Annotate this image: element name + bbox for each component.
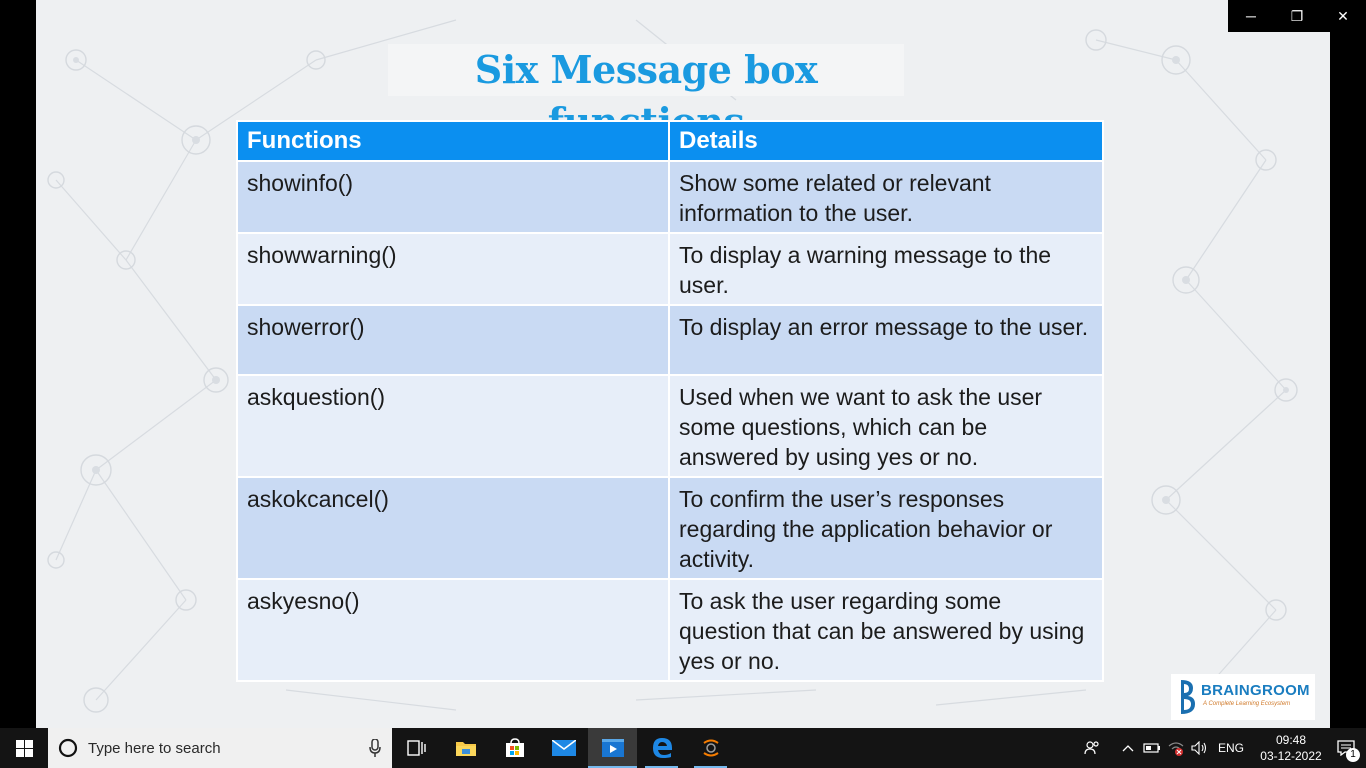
- function-name: showwarning(): [236, 232, 670, 306]
- task-view-icon: [406, 740, 426, 756]
- table-row: askyesno() To ask the user regarding som…: [236, 578, 1104, 682]
- function-name: askyesno(): [236, 578, 670, 682]
- functions-table: Functions Details showinfo() Show some r…: [236, 120, 1104, 682]
- start-button[interactable]: [0, 728, 48, 768]
- screen: Six Message box functions Functions Deta…: [0, 0, 1366, 768]
- braingroom-mark-icon: [1181, 680, 1195, 714]
- microphone-icon[interactable]: [358, 739, 392, 757]
- search-placeholder: Type here to search: [88, 739, 221, 757]
- table-row: showinfo() Show some related or relevant…: [236, 160, 1104, 234]
- video-player-button[interactable]: [588, 728, 637, 768]
- mail-button[interactable]: [539, 728, 588, 768]
- taskbar: Type here to search ENG 09:48 03-12-2022…: [0, 728, 1366, 768]
- function-details: To confirm the user’s responses regardin…: [668, 476, 1104, 580]
- function-details: To display an error message to the user.: [668, 304, 1104, 376]
- clock-time: 09:48: [1275, 733, 1307, 747]
- clock-date: 03-12-2022: [1260, 749, 1322, 763]
- presentation-slide: Six Message box functions Functions Deta…: [36, 0, 1330, 728]
- store-icon: [505, 738, 524, 757]
- window-controls: ─ ❐ ✕: [1228, 0, 1366, 32]
- battery-icon[interactable]: [1140, 728, 1164, 768]
- taskbar-search[interactable]: Type here to search: [48, 728, 392, 768]
- chevron-up-icon[interactable]: [1116, 728, 1140, 768]
- header-functions: Functions: [236, 120, 670, 162]
- input-language[interactable]: ENG: [1218, 741, 1244, 755]
- edge-browser-button[interactable]: [637, 728, 686, 768]
- logo-tagline: A Complete Learning Ecosystem: [1203, 701, 1291, 707]
- microsoft-store-button[interactable]: [490, 728, 539, 768]
- mail-icon: [551, 740, 576, 756]
- network-disconnected-icon[interactable]: [1164, 728, 1188, 768]
- people-icon[interactable]: [1080, 728, 1104, 768]
- function-details: Used when we want to ask the user some q…: [668, 374, 1104, 478]
- notification-center-button[interactable]: 1: [1326, 728, 1366, 768]
- app-icon: [702, 739, 719, 757]
- close-button[interactable]: ✕: [1320, 0, 1366, 32]
- cortana-icon: [58, 738, 78, 758]
- function-details: To display a warning message to the user…: [668, 232, 1104, 306]
- function-name: showerror(): [236, 304, 670, 376]
- logo-name: BRAINGROOM: [1201, 682, 1310, 699]
- app-button[interactable]: [686, 728, 735, 768]
- header-details: Details: [668, 120, 1104, 162]
- table-row: askokcancel() To confirm the user’s resp…: [236, 476, 1104, 580]
- function-details: Show some related or relevant informatio…: [668, 160, 1104, 234]
- slide-title: Six Message box functions: [388, 44, 904, 144]
- system-tray: ENG 09:48 03-12-2022 1: [1080, 728, 1366, 768]
- braingroom-logo: BRAINGROOM A Complete Learning Ecosystem: [1171, 674, 1315, 720]
- edge-icon: [652, 738, 672, 758]
- function-name: askokcancel(): [236, 476, 670, 580]
- folder-icon: [455, 742, 476, 756]
- notification-badge: 1: [1346, 748, 1360, 762]
- windows-icon: [15, 739, 33, 757]
- table-row: askquestion() Used when we want to ask t…: [236, 374, 1104, 478]
- table-row: showwarning() To display a warning messa…: [236, 232, 1104, 306]
- file-explorer-button[interactable]: [441, 728, 490, 768]
- table-header-row: Functions Details: [236, 120, 1104, 162]
- task-view-button[interactable]: [392, 728, 441, 768]
- function-details: To ask the user regarding some question …: [668, 578, 1104, 682]
- function-name: askquestion(): [236, 374, 670, 478]
- video-player-icon: [601, 739, 624, 757]
- function-name: showinfo(): [236, 160, 670, 234]
- minimize-button[interactable]: ─: [1228, 0, 1274, 32]
- table-row: showerror() To display an error message …: [236, 304, 1104, 376]
- restore-button[interactable]: ❐: [1274, 0, 1320, 32]
- volume-icon[interactable]: [1188, 728, 1212, 768]
- clock[interactable]: 09:48 03-12-2022: [1256, 732, 1326, 764]
